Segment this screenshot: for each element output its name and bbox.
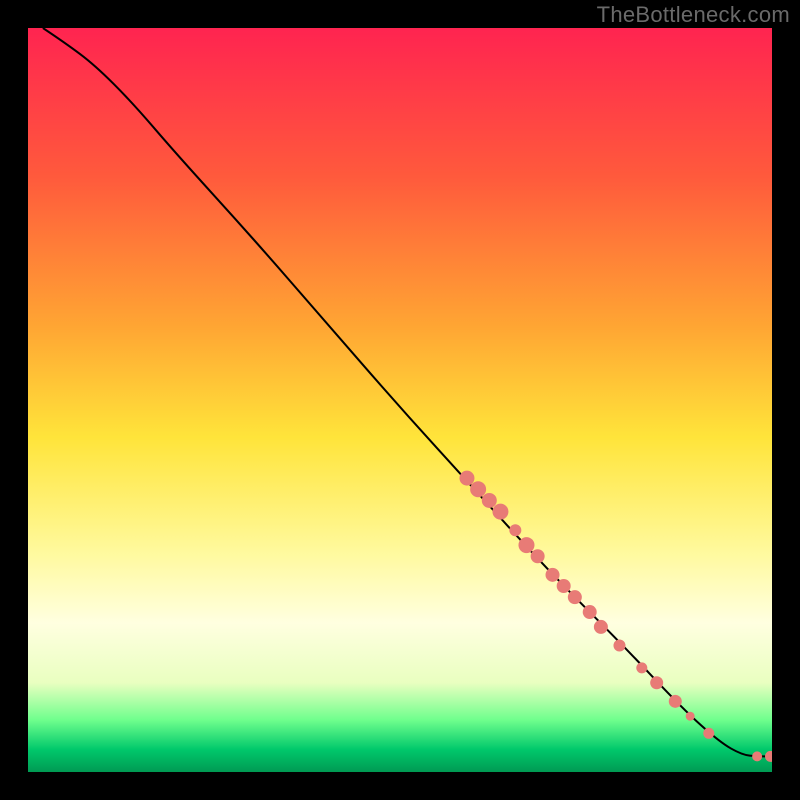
data-point <box>482 493 497 508</box>
data-point <box>509 524 521 536</box>
watermark-text: TheBottleneck.com <box>597 2 790 28</box>
chart-svg <box>28 28 772 772</box>
data-point <box>546 568 560 582</box>
data-point <box>518 537 534 553</box>
data-point <box>636 662 647 673</box>
data-point <box>613 640 625 652</box>
data-point <box>752 751 762 761</box>
data-point <box>470 481 486 497</box>
data-point <box>594 620 608 634</box>
data-point <box>459 471 474 486</box>
data-point <box>531 549 545 563</box>
chart-container: TheBottleneck.com <box>0 0 800 800</box>
data-point <box>568 590 582 604</box>
data-point <box>703 728 714 739</box>
gradient-background <box>28 28 772 772</box>
plot-area <box>28 28 772 772</box>
data-point <box>583 605 597 619</box>
data-point <box>492 504 508 520</box>
data-point <box>669 695 682 708</box>
data-point <box>557 579 571 593</box>
data-point <box>686 712 695 721</box>
data-point <box>650 676 663 689</box>
